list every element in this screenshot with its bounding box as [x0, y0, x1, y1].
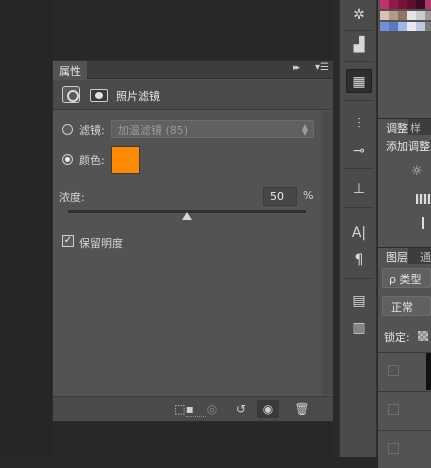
properties-header: 照片滤镜: [53, 80, 333, 110]
density-label: 浓度:: [59, 191, 85, 204]
character-icon[interactable]: A|: [346, 221, 372, 245]
density-slider-thumb[interactable]: [182, 212, 192, 220]
color-swatch-cell[interactable]: [407, 11, 416, 20]
density-input[interactable]: 50: [263, 187, 297, 206]
curves-icon[interactable]: [422, 217, 431, 229]
histogram-icon[interactable]: ▟: [346, 33, 372, 57]
adjustment-layer-icon[interactable]: [62, 86, 80, 103]
color-swatch-cell[interactable]: [425, 22, 431, 31]
properties-panel: 属性 ▸▸ ▾☰ 照片滤镜 滤镜: 加温滤镜 (85) ▲ ▼ 颜色: 浓度: 5…: [52, 60, 334, 422]
properties-scrollbar[interactable]: [322, 111, 333, 395]
lock-label: 锁定:: [384, 331, 410, 344]
styles-tab[interactable]: 样: [410, 120, 421, 136]
layer-row[interactable]: [378, 391, 431, 429]
visibility-toggle[interactable]: [388, 443, 399, 454]
color-swatch-cell[interactable]: [380, 22, 389, 31]
channels-tab[interactable]: 通: [420, 249, 431, 265]
properties-title: 照片滤镜: [116, 90, 160, 103]
filter-select[interactable]: 加温滤镜 (85) ▲ ▼: [111, 120, 314, 138]
color-label: 颜色:: [79, 154, 105, 167]
divider: [344, 168, 374, 169]
visibility-toggle[interactable]: [388, 365, 399, 376]
paragraph-icon[interactable]: ¶: [346, 248, 372, 272]
brightness-icon[interactable]: ☼: [411, 164, 423, 179]
filter-select-value: 加温滤镜 (85): [118, 124, 189, 137]
color-swatch-cell[interactable]: [398, 22, 407, 31]
lock-transparency-icon[interactable]: [418, 331, 428, 341]
color-swatch-cell[interactable]: [380, 11, 389, 20]
resize-grip[interactable]: [186, 416, 206, 419]
preserve-luminosity-checkbox[interactable]: ✓: [62, 235, 74, 247]
color-swatch-cell[interactable]: [398, 11, 407, 20]
color-swatch-cell[interactable]: [389, 11, 398, 20]
compass-icon[interactable]: ✲: [346, 3, 372, 27]
divider: [344, 207, 374, 208]
color-swatch-cell[interactable]: [416, 0, 425, 9]
percent-label: %: [303, 189, 314, 202]
swatches-grid[interactable]: [378, 0, 431, 36]
layers-tabbar: 图层 通: [378, 247, 431, 265]
filter-radio[interactable]: [62, 124, 73, 135]
color-radio[interactable]: [62, 154, 73, 165]
layer-row[interactable]: [378, 430, 431, 468]
color-swatch-cell[interactable]: [416, 22, 425, 31]
layer-row[interactable]: [378, 352, 431, 390]
layer-mask-icon[interactable]: [90, 89, 108, 102]
properties-tabbar: 属性 ▸▸ ▾☰: [53, 61, 333, 79]
panel-menu-icon[interactable]: ▾☰: [315, 62, 331, 76]
color-swatch-cell[interactable]: [389, 22, 398, 31]
layer-kind-filter[interactable]: ρ 类型: [382, 268, 431, 288]
panel-icon-strip: ✲ ▟ ▦ ⫶ ⊸ ⊥ A| ¶ ▤ ▥: [339, 0, 377, 457]
document-icon[interactable]: ▥: [346, 316, 372, 340]
info-icon[interactable]: ▦: [346, 69, 372, 93]
layers-tab[interactable]: 图层: [378, 248, 408, 265]
visibility-toggle[interactable]: [388, 404, 399, 415]
divider: [344, 278, 374, 279]
divider: [344, 100, 374, 101]
color-swatch[interactable]: [111, 146, 140, 174]
preserve-luminosity-label: 保留明度: [79, 237, 123, 250]
right-panels: 调整 样 添加调整 ☼ 图层 通 ρ 类型 正常 锁定:: [378, 0, 431, 468]
color-swatch-cell[interactable]: [380, 0, 389, 9]
workspace-canvas-area: [0, 0, 52, 457]
color-swatch-cell[interactable]: [389, 0, 398, 9]
adjustments-tabbar: 调整 样: [378, 118, 431, 136]
color-swatch-cell[interactable]: [425, 0, 431, 9]
brush-icon[interactable]: ⊸: [346, 139, 372, 163]
color-swatch-cell[interactable]: [416, 11, 425, 20]
color-swatch-cell[interactable]: [425, 11, 431, 20]
filter-label: 滤镜:: [79, 124, 105, 137]
divider: [344, 30, 374, 31]
divider: [344, 61, 374, 62]
clone-source-icon[interactable]: ⊥: [346, 177, 372, 201]
notes-icon[interactable]: ▤: [346, 289, 372, 313]
brush-presets-icon[interactable]: ⫶: [346, 112, 372, 136]
properties-tab[interactable]: 属性: [53, 61, 87, 79]
levels-icon[interactable]: [416, 194, 430, 204]
color-swatch-cell[interactable]: [398, 0, 407, 9]
collapse-icon[interactable]: ▸▸: [293, 63, 300, 73]
layer-thumbnail: [426, 353, 431, 390]
chevron-updown-icon: ▲ ▼: [301, 122, 308, 137]
adjustments-tab[interactable]: 调整: [378, 119, 408, 136]
blend-mode-select[interactable]: 正常: [382, 296, 431, 316]
visibility-icon[interactable]: ◉: [257, 400, 279, 418]
delete-icon[interactable]: 🗑: [291, 400, 313, 418]
add-adjustment-label: 添加调整: [386, 140, 430, 153]
reset-icon[interactable]: ↺: [230, 400, 252, 418]
color-swatch-cell[interactable]: [407, 22, 416, 31]
color-swatch-cell[interactable]: [407, 0, 416, 9]
